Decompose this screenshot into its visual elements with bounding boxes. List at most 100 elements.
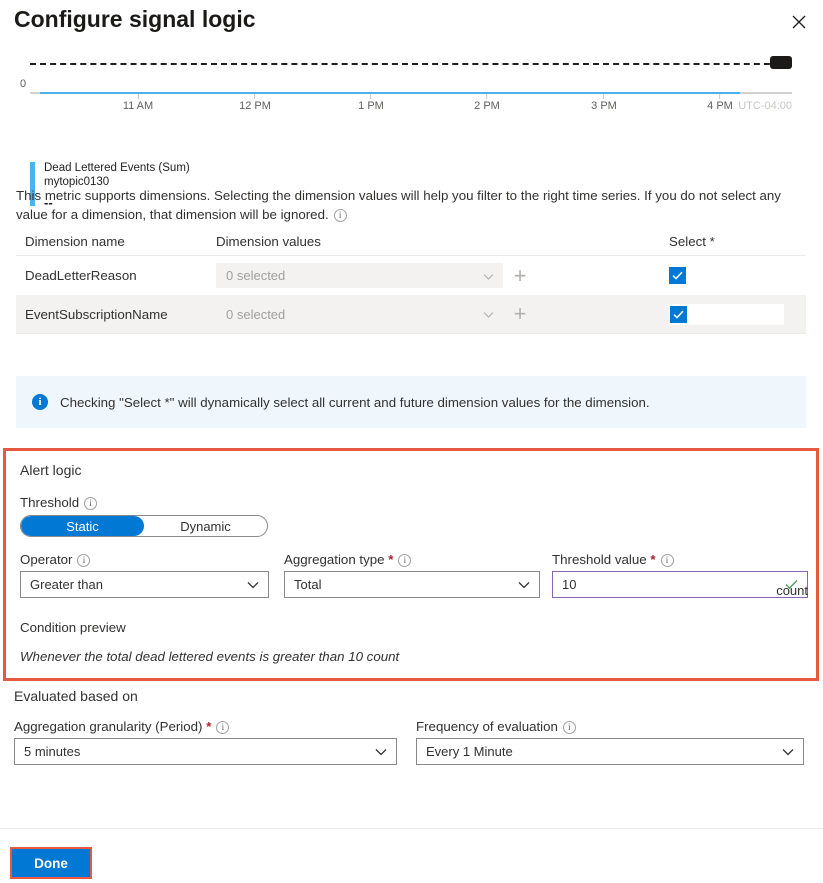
tick-label: 4 PM (707, 100, 733, 112)
dimensions-table: Dimension name Dimension values Select *… (16, 228, 806, 334)
evaluated-based-on-title: Evaluated based on (14, 688, 138, 704)
x-tick: 4 PM (707, 94, 733, 112)
threshold-label-row: Threshold i (20, 495, 98, 510)
aggregation-type-label-row: Aggregation type * i (284, 552, 540, 567)
threshold-option-static[interactable]: Static (21, 516, 144, 536)
column-header-select: Select * (669, 234, 715, 249)
select-checkbox-focus-ring (669, 303, 784, 325)
select-cell (661, 303, 806, 325)
chevron-down-icon (247, 577, 259, 592)
x-axis-ticks: 11 AM 12 PM 1 PM 2 PM 3 PM 4 PM UTC-04:0… (30, 94, 792, 118)
operator-label-row: Operator i (20, 552, 269, 567)
threshold-label: Threshold (20, 495, 80, 510)
tick-label: 3 PM (591, 100, 617, 112)
x-tick: 1 PM (358, 94, 384, 112)
threshold-value-label: Threshold value (552, 552, 647, 567)
info-icon[interactable]: i (398, 553, 412, 567)
alert-logic-section: Alert logic Threshold i Static Dynamic Op… (3, 448, 819, 681)
chevron-down-icon (782, 744, 794, 759)
dimensions-table-header: Dimension name Dimension values Select * (16, 228, 806, 256)
chart-plot-area (30, 48, 792, 94)
frequency-label: Frequency of evaluation (416, 719, 558, 734)
tick-label: 2 PM (474, 100, 500, 112)
info-icon[interactable]: i (660, 553, 674, 567)
timezone-label: UTC-04:00 (738, 100, 792, 112)
alert-logic-title: Alert logic (20, 462, 82, 478)
tick-mark (603, 94, 605, 99)
frequency-value: Every 1 Minute (426, 744, 513, 759)
threshold-dashed-line (30, 63, 790, 65)
aggregation-granularity-field: Aggregation granularity (Period) * i 5 mi… (14, 719, 397, 765)
banner-text: Checking "Select *" will dynamically sel… (60, 394, 650, 410)
column-header-dimension-values: Dimension values (216, 234, 321, 249)
chevron-down-icon (483, 268, 494, 283)
x-tick: 2 PM (474, 94, 500, 112)
tick-mark (254, 94, 256, 99)
tick-mark (370, 94, 372, 99)
operator-label: Operator (20, 552, 73, 567)
footer-divider (0, 828, 823, 829)
threshold-value-unit: count (776, 583, 808, 598)
metric-chart: 0 11 AM 12 PM 1 PM 2 PM 3 PM 4 PM UTC-04… (0, 48, 823, 209)
select-all-checkbox-eventsubscriptionname[interactable] (670, 305, 687, 323)
dimensions-description: This metric supports dimensions. Selecti… (16, 186, 806, 224)
threshold-value-text: 10 (562, 577, 577, 592)
dimension-name-eventsubscriptionname: EventSubscriptionName (25, 306, 168, 322)
required-marker: * (206, 719, 212, 734)
tick-mark (137, 94, 139, 99)
aggregation-type-value: Total (294, 577, 322, 592)
configure-signal-logic-blade: Configure signal logic 0 11 AM 12 PM 1 P… (0, 0, 823, 883)
page-title: Configure signal logic (14, 6, 256, 32)
x-tick: 11 AM (123, 94, 153, 112)
tick-label: 12 PM (239, 100, 271, 112)
aggregation-granularity-dropdown[interactable]: 5 minutes (14, 738, 397, 765)
threshold-type-toggle: Static Dynamic (20, 515, 268, 537)
operator-dropdown[interactable]: Greater than (20, 571, 269, 598)
plus-icon-deadletterreason[interactable]: + (503, 264, 537, 287)
table-row: EventSubscriptionName 0 selected + (16, 295, 806, 334)
threshold-value-input[interactable]: 10 (552, 571, 808, 598)
aggregation-granularity-label: Aggregation granularity (Period) (14, 719, 203, 734)
legend-metric-name: Dead Lettered Events (Sum) (44, 162, 190, 174)
x-tick: 3 PM (591, 94, 617, 112)
info-icon[interactable]: i (562, 720, 576, 734)
chevron-down-icon (518, 577, 530, 592)
select-cell (661, 267, 806, 284)
dimension-values-placeholder: 0 selected (226, 306, 286, 322)
aggregation-type-dropdown[interactable]: Total (284, 571, 540, 598)
threshold-value-field: Threshold value * i 10 count (552, 552, 808, 598)
operator-value: Greater than (30, 577, 103, 592)
dimension-values-cell: 0 selected + (216, 263, 661, 288)
chevron-down-icon (483, 307, 494, 322)
done-button-highlight: Done (10, 847, 92, 879)
close-icon[interactable] (785, 8, 813, 36)
threshold-option-dynamic[interactable]: Dynamic (144, 516, 267, 536)
chevron-down-icon (375, 744, 387, 759)
dimension-values-dropdown-eventsubscriptionname[interactable]: 0 selected (216, 301, 503, 327)
dimension-name-deadletterreason: DeadLetterReason (25, 268, 137, 283)
aggregation-granularity-value: 5 minutes (24, 744, 81, 759)
aggregation-type-label: Aggregation type (284, 552, 385, 567)
info-icon[interactable]: i (216, 720, 230, 734)
info-icon[interactable]: i (77, 553, 91, 567)
info-icon[interactable]: i (84, 496, 98, 510)
info-icon[interactable]: i (333, 209, 347, 222)
frequency-dropdown[interactable]: Every 1 Minute (416, 738, 804, 765)
tick-label: 11 AM (122, 100, 154, 112)
aggregation-granularity-label-row: Aggregation granularity (Period) * i (14, 719, 397, 734)
dimension-values-dropdown-deadletterreason[interactable]: 0 selected (216, 263, 503, 288)
threshold-badge (770, 56, 792, 69)
frequency-of-evaluation-field: Frequency of evaluation i Every 1 Minute (416, 719, 804, 765)
condition-preview-label: Condition preview (20, 620, 126, 635)
x-tick: 12 PM (239, 94, 271, 112)
done-button[interactable]: Done (12, 849, 90, 877)
operator-field: Operator i Greater than (20, 552, 269, 598)
tick-label: 1 PM (358, 100, 384, 112)
condition-preview-text: Whenever the total dead lettered events … (20, 649, 400, 664)
plus-icon-eventsubscriptionname[interactable]: + (503, 303, 537, 325)
select-all-info-banner: i Checking "Select *" will dynamically s… (16, 376, 806, 428)
select-all-checkbox-deadletterreason[interactable] (669, 267, 686, 284)
tick-mark (719, 94, 721, 99)
aggregation-type-field: Aggregation type * i Total (284, 552, 540, 598)
frequency-label-row: Frequency of evaluation i (416, 719, 804, 734)
